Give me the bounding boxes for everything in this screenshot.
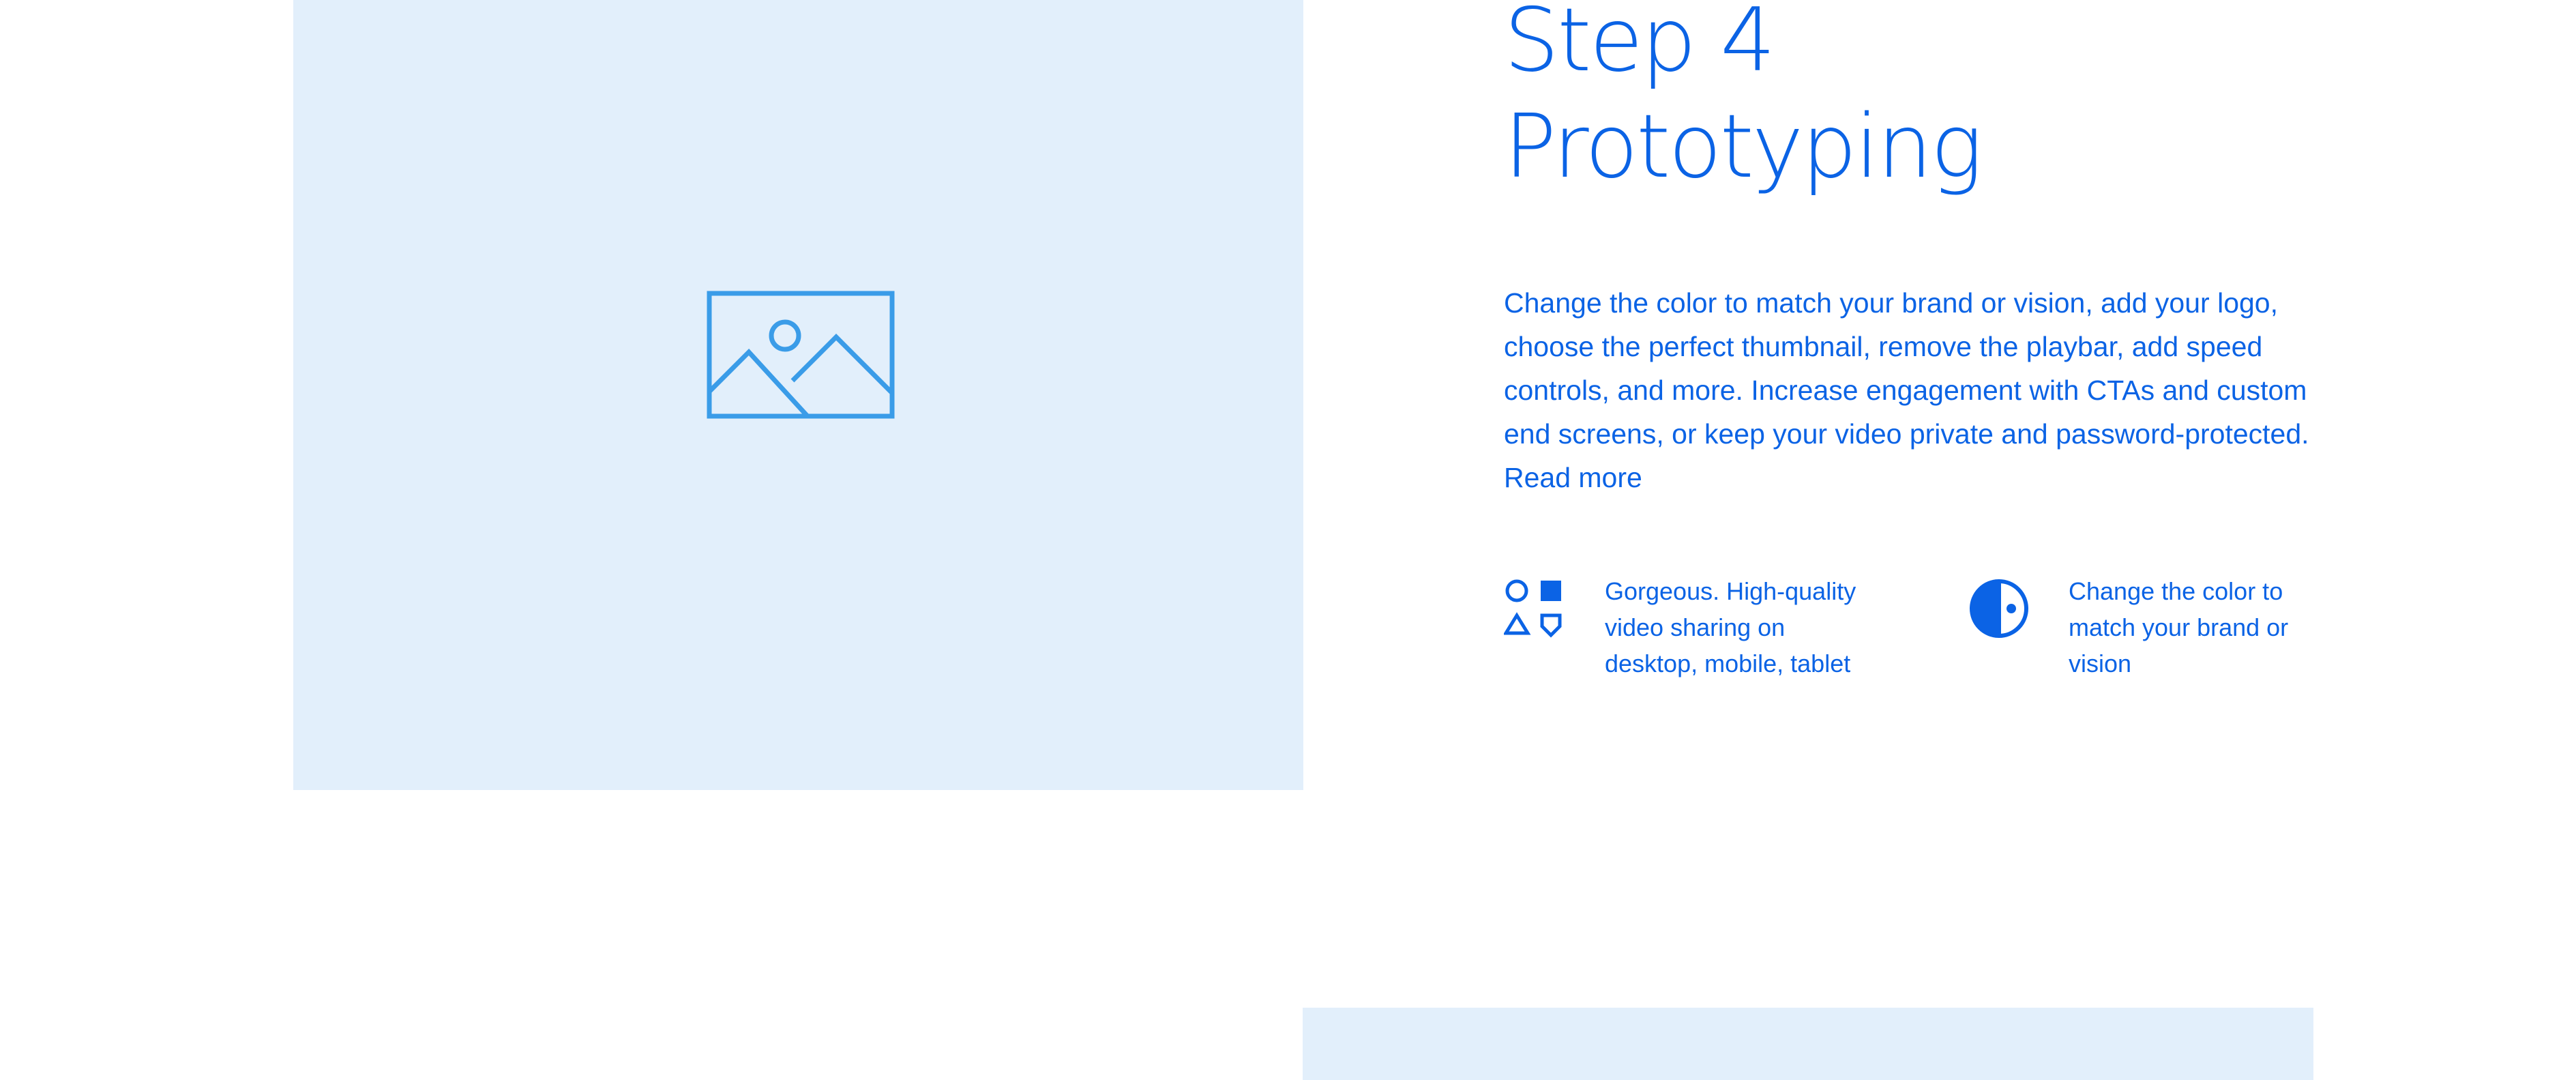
step-description: Change the color to match your brand or … [1504,281,2315,499]
next-media-placeholder-panel [1303,1008,2313,1080]
read-more-link[interactable]: Read more [1504,462,1642,493]
feature-text: Change the color to match your brand or … [2069,577,2289,677]
step-number: Step 4 [1504,0,1776,91]
shapes-icon [1504,579,1562,638]
description-text: Change the color to match your brand or … [1504,287,2309,450]
page-title: Step 4 Prototyping [1504,0,1983,201]
step-name: Prototyping [1504,96,1983,198]
media-placeholder-panel [293,0,1303,790]
half-circle-contrast-icon [1970,579,2028,638]
image-placeholder-icon [707,291,895,419]
feature-text: Gorgeous. High-quality video sharing on … [1605,577,1856,677]
